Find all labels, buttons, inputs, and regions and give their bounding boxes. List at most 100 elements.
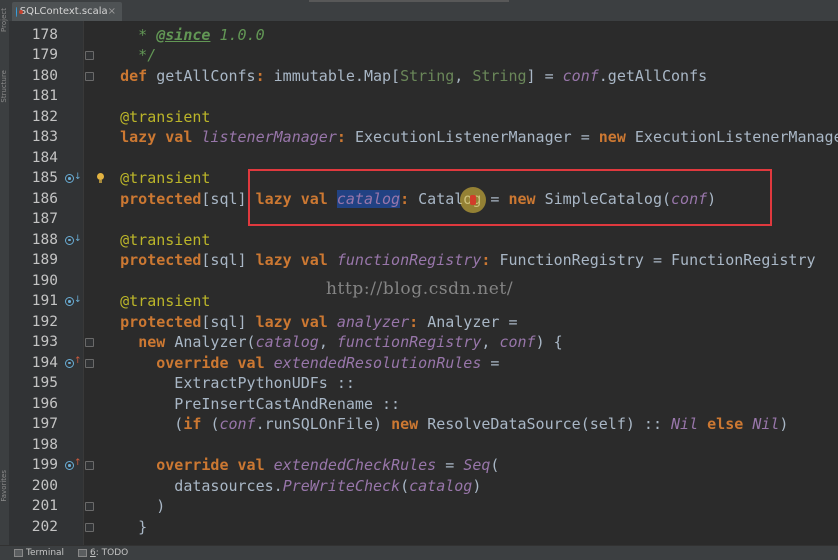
code-token: ExecutionListenerManager: [634, 128, 838, 146]
implemented-icon[interactable]: ↓: [64, 294, 82, 308]
line-number: 186: [31, 190, 58, 207]
arrow-down-icon: ↓: [74, 295, 82, 305]
code-token: @since: [156, 25, 211, 44]
code-token: @transient: [120, 230, 211, 249]
line-number: 199: [31, 457, 58, 473]
favorites-tool-label[interactable]: Favorites: [0, 470, 9, 502]
code-token: ExtractPythonUDFs ::: [120, 374, 355, 392]
code-line[interactable]: @transient: [84, 107, 838, 128]
code-line[interactable]: ExtractPythonUDFs ::: [84, 373, 838, 394]
code-token: ): [472, 476, 482, 495]
project-tool-label[interactable]: Project: [0, 8, 9, 32]
arrow-up-icon: ↑: [74, 355, 82, 366]
editor-tab-sqlcontext[interactable]: SQLContext.scala ×: [12, 2, 122, 21]
code-line[interactable]: * @since 1.0.0: [84, 25, 838, 46]
top-edge: [309, 0, 509, 2]
implemented-icon[interactable]: ↓: [64, 171, 82, 185]
code-token: Analyzer(: [174, 333, 256, 351]
code-line[interactable]: [84, 86, 838, 107]
code-token: immutable.Map[: [273, 66, 401, 85]
code-line[interactable]: ): [84, 496, 838, 517]
code-line[interactable]: PreInsertCastAndRename ::: [84, 394, 838, 415]
line-number: 185: [31, 170, 58, 186]
gutter-dot-icon: [65, 358, 74, 368]
code-token: functionRegistry: [336, 333, 482, 351]
code-line[interactable]: def getAllConfs: immutable.Map[String, S…: [84, 66, 838, 87]
code-token: Seq: [463, 456, 491, 474]
todo-button[interactable]: 6: TODO: [78, 546, 128, 560]
code-token: protected: [120, 189, 202, 208]
line-number: 187: [31, 211, 58, 227]
line-number: 201: [31, 498, 58, 514]
scala-file-icon: [16, 6, 22, 17]
code-line[interactable]: protected[sql] lazy val functionRegistry…: [84, 250, 838, 271]
code-token: [sql]: [201, 251, 256, 269]
implemented-icon[interactable]: ↓: [64, 233, 82, 247]
code-token: .runSQLOnFile): [255, 415, 392, 433]
structure-tool-label[interactable]: Structure: [0, 70, 9, 103]
terminal-button[interactable]: Terminal: [14, 546, 64, 560]
code-token: if: [183, 415, 211, 433]
code-line[interactable]: [84, 148, 838, 169]
code-line[interactable]: }: [84, 517, 838, 538]
line-number: 200: [31, 477, 58, 494]
code-token: conf: [499, 333, 536, 351]
close-tab-icon[interactable]: ×: [108, 6, 116, 17]
code-token: *: [120, 25, 157, 44]
code-token: =: [436, 456, 464, 474]
code-token: ): [779, 415, 789, 433]
bottom-tool-bar: Terminal 6: TODO: [0, 545, 838, 560]
line-number: 197: [31, 416, 58, 432]
code-line[interactable]: [84, 435, 838, 456]
line-number: 178: [31, 26, 58, 43]
code-token: =: [481, 353, 500, 372]
line-number: 194: [31, 354, 58, 371]
code-token: new: [391, 415, 428, 433]
code-token: protected: [120, 312, 202, 331]
code-token: override val: [156, 456, 274, 474]
code-token: ResolveDataSource(self) ::: [427, 415, 672, 433]
code-token: protected: [120, 251, 202, 269]
watermark: http://blog.csdn.net/: [326, 279, 514, 299]
line-number: 184: [31, 149, 58, 166]
code-line[interactable]: lazy val listenerManager: ExecutionListe…: [84, 127, 838, 148]
code-token: @transient: [120, 107, 211, 126]
code-line[interactable]: (if (conf.runSQLOnFile) new ResolveDataS…: [84, 414, 838, 435]
overrides-method-icon[interactable]: ↑: [64, 458, 82, 472]
line-number: 196: [31, 395, 58, 412]
gutter-dot-icon: [65, 297, 74, 306]
line-number: 188: [31, 231, 58, 248]
code-token: extendedCheckRules: [273, 456, 437, 474]
code-line[interactable]: new Analyzer(catalog, functionRegistry, …: [84, 332, 838, 353]
overrides-method-icon[interactable]: ↑: [64, 356, 82, 370]
code-line[interactable]: @transient: [84, 230, 838, 251]
code-line[interactable]: protected[sql] lazy val analyzer: Analyz…: [84, 312, 838, 333]
intention-bulb-icon[interactable]: [96, 173, 105, 184]
code-line[interactable]: override val extendedResolutionRules =: [84, 353, 838, 374]
editor-gutter[interactable]: 178 179 180 181 182 183 184 185 ↓ 186 187 188 ↓ 189 19…: [9, 21, 94, 545]
line-number: 202: [31, 518, 58, 535]
code-line[interactable]: override val extendedCheckRules = Seq(: [84, 455, 838, 476]
code-line[interactable]: */: [84, 45, 838, 66]
code-token: override val: [156, 353, 274, 372]
code-line[interactable]: datasources.PreWriteCheck(catalog): [84, 476, 838, 497]
code-token: :: [336, 128, 355, 146]
todo-label: : TODO: [95, 548, 129, 558]
